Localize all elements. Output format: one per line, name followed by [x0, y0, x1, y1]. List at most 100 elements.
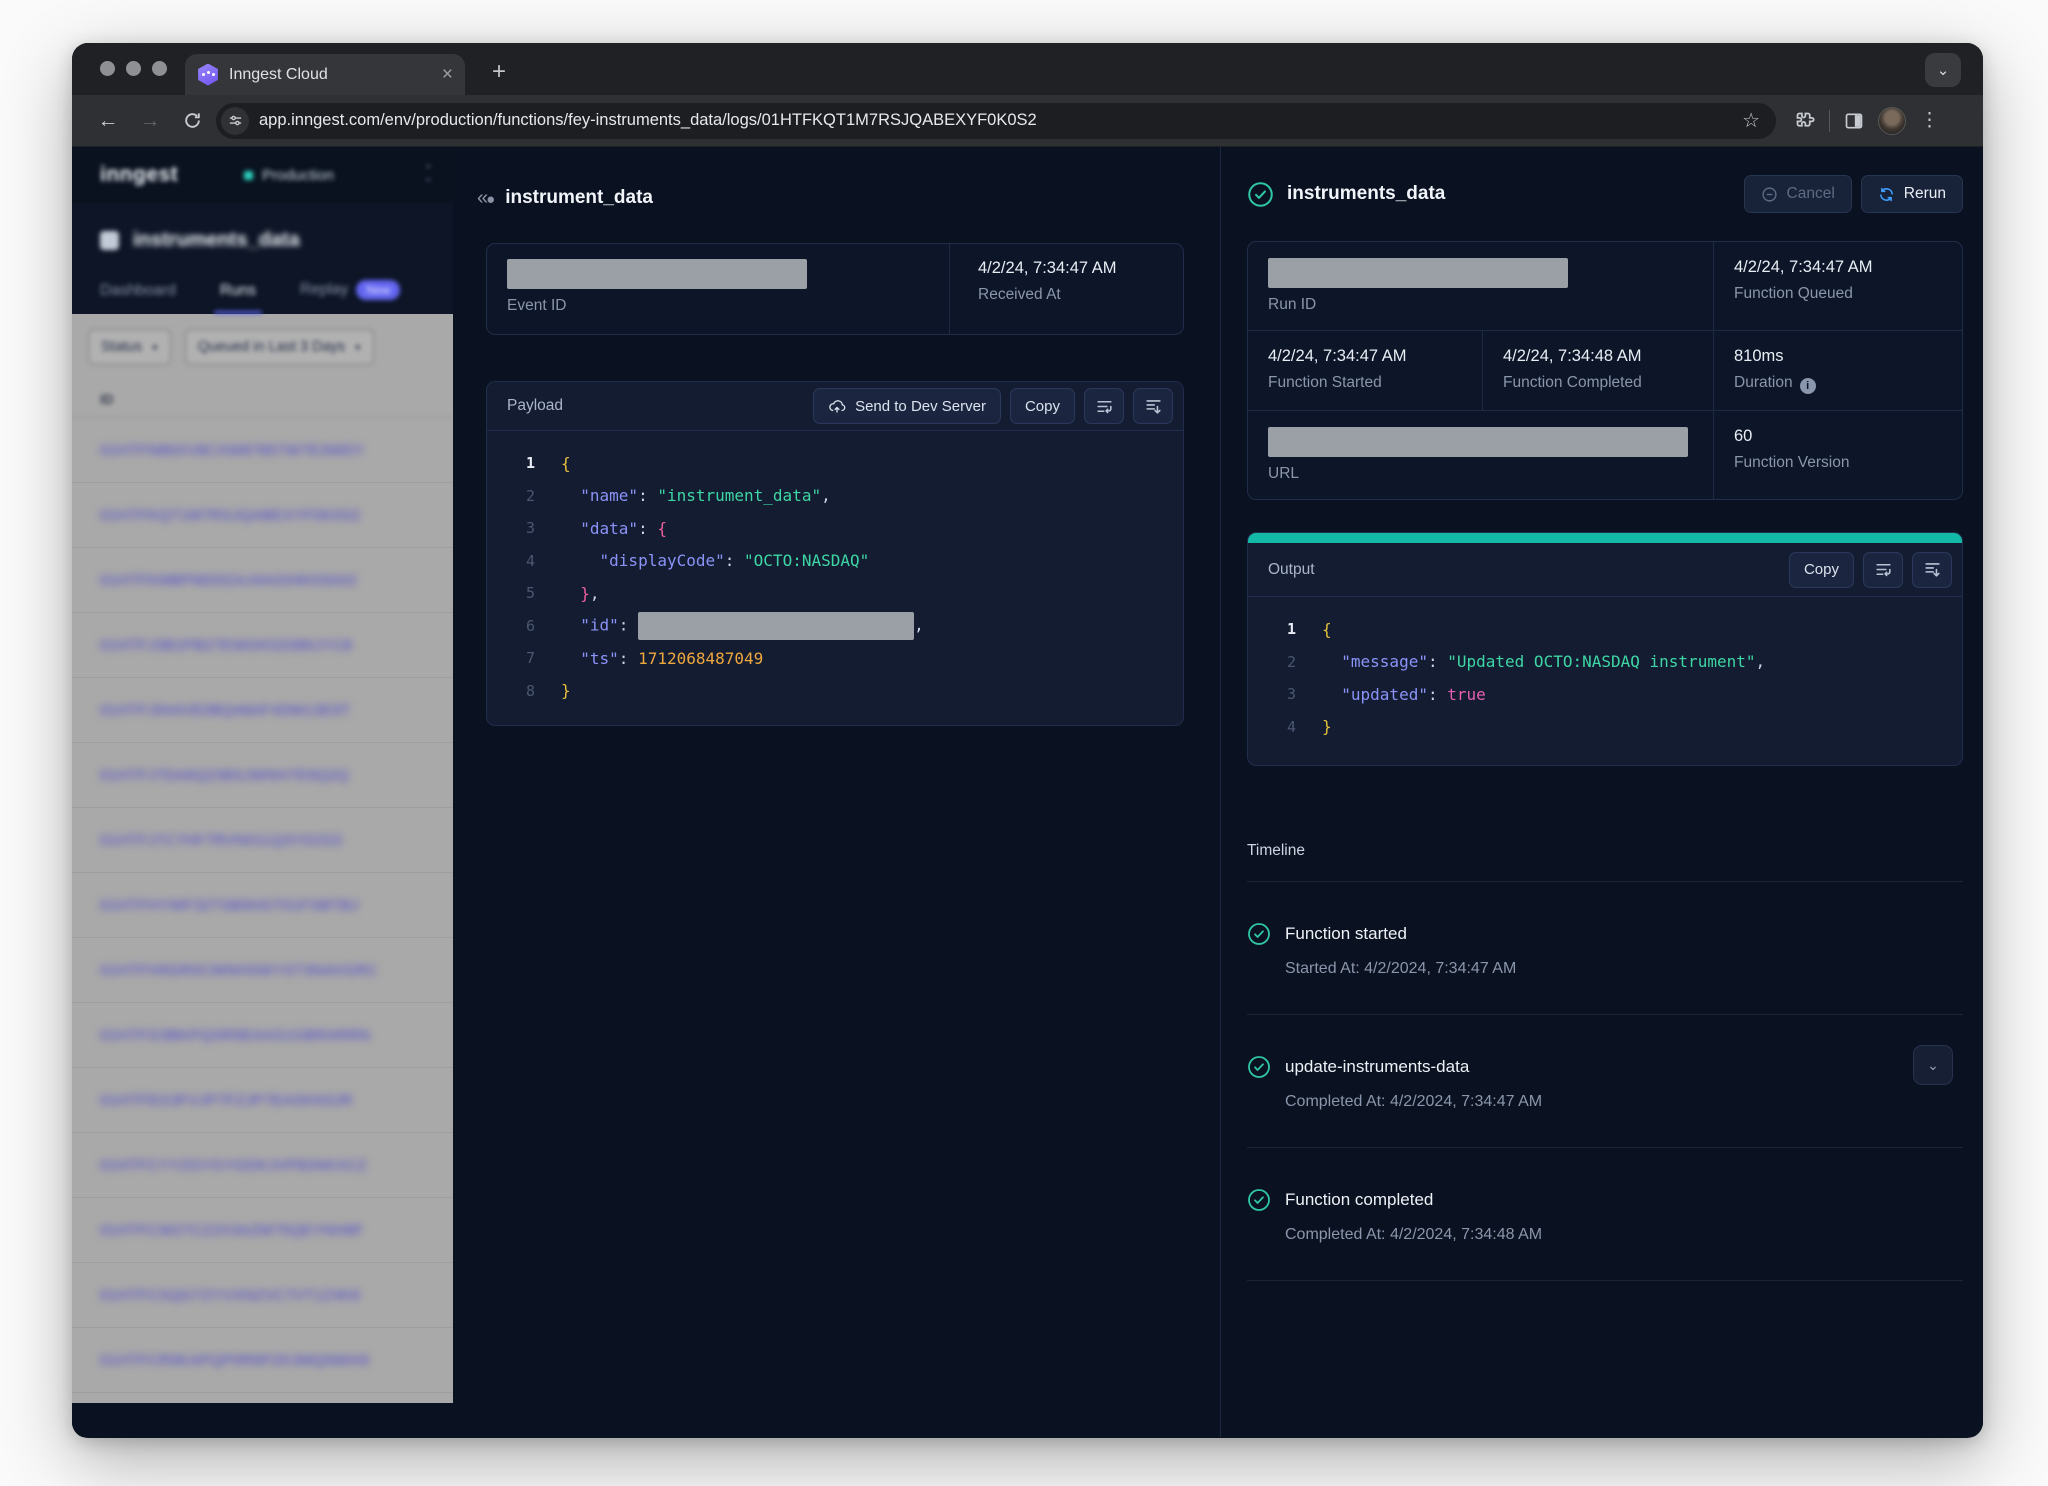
run-id-row[interactable]: 01HTFJ7DA6Q238SJWNH7E9Q2Q	[72, 743, 453, 808]
chrome-menu-icon[interactable]: ⋮	[1920, 109, 1939, 132]
zoom-window-button[interactable]	[152, 61, 167, 76]
tab-replay[interactable]: Replay New	[300, 280, 400, 314]
run-id-link[interactable]: 01HTFCW27CZ2X3AZM75QEYNH8F	[100, 1222, 364, 1239]
run-id-row[interactable]: 01HTFHYWF32TSB9HGT01FSBTBJ	[72, 873, 453, 938]
environment-selector[interactable]: Production	[244, 167, 334, 184]
scroll-to-bottom-button[interactable]	[1133, 388, 1173, 424]
bookmark-star-icon[interactable]: ☆	[1738, 108, 1764, 133]
run-title: instruments_data	[1287, 183, 1445, 205]
run-id-link[interactable]: 01HTFJ944VE0BQ48AF4DM13E9T	[100, 702, 351, 719]
tab-runs[interactable]: Runs	[220, 282, 256, 314]
payload-code[interactable]: 1{2 "name": "instrument_data",3 "data": …	[487, 431, 1183, 725]
word-wrap-icon	[1095, 397, 1114, 416]
success-check-icon	[1247, 181, 1274, 208]
run-id-row[interactable]: 01HTFN86XV8CXW87857W7E3WDY	[72, 418, 453, 483]
timeline-item: Function completedCompleted At: 4/2/2024…	[1247, 1148, 1963, 1281]
received-at-label: Received At	[978, 286, 1183, 304]
run-id-link[interactable]: 01HTFJ7DA6Q238SJWNH7E9Q2Q	[100, 767, 349, 784]
traffic-lights[interactable]	[100, 61, 167, 76]
info-icon[interactable]: i	[1800, 378, 1816, 394]
send-to-dev-server-button[interactable]: Send to Dev Server	[813, 388, 1001, 424]
run-id-link[interactable]: 01HTFJ3B1PB27EWGK5Z086JYC8	[100, 637, 352, 654]
function-name: instruments_data	[133, 229, 300, 252]
run-id-link[interactable]: 01HTFCYYZGYGYGDKJVP82NKXCZ	[100, 1157, 367, 1174]
run-id-row[interactable]: 01HTFCYYZGYGYGDKJVP82NKXCZ	[72, 1133, 453, 1198]
run-id-row[interactable]: 01HTFKMBPMD0ZAJ4AG04K03A02	[72, 548, 453, 613]
event-id-redacted	[507, 259, 807, 289]
new-tab-button[interactable]: +	[484, 57, 514, 87]
inngest-logo[interactable]: inngest	[100, 163, 178, 187]
run-id-link[interactable]: 01HTFCSQG7ZYVXNZVC7VT1Z4K6	[100, 1287, 360, 1304]
run-id-row[interactable]: 01HTFH9GR0CWNHSWYST3NAVGRC	[72, 938, 453, 1003]
tab-dashboard[interactable]: Dashboard	[100, 282, 176, 314]
url-label: URL	[1268, 465, 1693, 483]
rerun-icon	[1878, 186, 1895, 203]
run-id-row[interactable]: 01HTFKQT1M7RSJQABEXYF0K0S2	[72, 483, 453, 548]
code-line: 3 "data": {	[487, 512, 1183, 545]
function-queued-value: 4/2/24, 7:34:47 AM	[1734, 258, 1942, 277]
run-id-row[interactable]: 01HTFG3BKPQSR9EAAS1GBRARRN	[72, 1003, 453, 1068]
run-id-link[interactable]: 01HTFN86XV8CXW87857W7E3WDY	[100, 442, 365, 459]
environment-caret-icon[interactable]: ⌃⌄	[424, 167, 433, 182]
run-id-row[interactable]: 01HTFCR9KAPQP0R6PZK3MQNMX8	[72, 1328, 453, 1393]
minimize-window-button[interactable]	[126, 61, 141, 76]
received-at-value: 4/2/24, 7:34:47 AM	[978, 259, 1183, 278]
function-version-label: Function Version	[1734, 454, 1942, 472]
run-id-row[interactable]: 01HTFJ7C7HF7RVN011Q3YD2S3	[72, 808, 453, 873]
event-icon: «●	[477, 187, 493, 210]
tab-search-button[interactable]: ⌄	[1925, 53, 1961, 87]
run-id-link[interactable]: 01HTFHYWF32TSB9HGT01FSBTBJ	[100, 897, 359, 914]
close-window-button[interactable]	[100, 61, 115, 76]
browser-tab[interactable]: Inngest Cloud ×	[185, 54, 465, 95]
run-id-link[interactable]: 01HTFH9GR0CWNHSWYST3NAVGRC	[100, 962, 378, 979]
time-range-filter[interactable]: Queued in Last 3 Days▾	[185, 329, 374, 365]
run-id-row[interactable]: 01HTFCSQG7ZYVXNZVC7VT1Z4K6	[72, 1263, 453, 1328]
output-word-wrap-button[interactable]	[1863, 552, 1903, 588]
code-line: 4 "displayCode": "OCTO:NASDAQ"	[487, 545, 1183, 578]
step-success-icon	[1247, 1188, 1271, 1212]
run-id-link[interactable]: 01HTFKMBPMD0ZAJ4AG04K03A02	[100, 572, 357, 589]
cancel-button[interactable]: Cancel	[1744, 175, 1852, 213]
run-id-link[interactable]: 01HTFCR9KAPQP0R6PZK3MQNMX8	[100, 1352, 369, 1369]
run-id-link[interactable]: 01HTFKQT1M7RSJQABEXYF0K0S2	[100, 507, 361, 524]
event-id-cell: Event ID	[487, 244, 950, 334]
expand-step-button[interactable]: ⌄	[1913, 1045, 1953, 1085]
reload-button[interactable]	[174, 103, 210, 139]
line-number: 8	[487, 682, 535, 700]
output-title: Output	[1268, 561, 1780, 579]
browser-window: Inngest Cloud × + ⌄ ← → app.inngest.com/…	[72, 43, 1983, 1438]
id-column-header: ID	[72, 378, 453, 418]
step-success-icon	[1247, 922, 1271, 946]
url-text[interactable]: app.inngest.com/env/production/functions…	[259, 111, 1728, 130]
run-id-row[interactable]: 01HTFJ944VE0BQ48AF4DM13E9T	[72, 678, 453, 743]
run-id-link[interactable]: 01HTFG3BKPQSR9EAAS1GBRARRN	[100, 1027, 370, 1044]
tab-close-icon[interactable]: ×	[442, 65, 453, 84]
run-id-redacted	[1268, 258, 1568, 288]
word-wrap-button[interactable]	[1084, 388, 1124, 424]
run-header: instruments_data Cancel Rerun	[1247, 173, 1963, 215]
run-id-row[interactable]: 01HTFJ3B1PB27EWGK5Z086JYC8	[72, 613, 453, 678]
run-id-row[interactable]: 01HTFCW27CZ2X3AZM75QEYNH8F	[72, 1198, 453, 1263]
event-panel: «● instrument_data Event ID 4/2/24, 7:34…	[453, 147, 1221, 1437]
function-started-cell: 4/2/24, 7:34:47 AM Function Started	[1248, 330, 1482, 410]
run-id-link[interactable]: 01HTFEG3FVJP7FZJP7EASKN3JR	[100, 1092, 353, 1109]
line-number: 1	[487, 454, 535, 472]
forward-button[interactable]: →	[132, 103, 168, 139]
output-copy-button[interactable]: Copy	[1789, 552, 1854, 588]
run-id-link[interactable]: 01HTFJ7C7HF7RVN011Q3YD2S3	[100, 832, 342, 849]
back-button[interactable]: ←	[90, 103, 126, 139]
status-filter[interactable]: Status▾	[88, 329, 171, 365]
event-details-card: Event ID 4/2/24, 7:34:47 AM Received At	[486, 243, 1184, 335]
site-settings-icon[interactable]	[221, 107, 249, 135]
extensions-icon[interactable]	[1794, 110, 1815, 131]
address-bar[interactable]: app.inngest.com/env/production/functions…	[216, 103, 1776, 139]
rerun-button[interactable]: Rerun	[1861, 175, 1963, 213]
payload-copy-button[interactable]: Copy	[1010, 388, 1075, 424]
output-code[interactable]: 1{2 "message": "Updated OCTO:NASDAQ inst…	[1248, 597, 1962, 765]
output-scroll-bottom-button[interactable]	[1912, 552, 1952, 588]
chevron-down-icon: ▾	[152, 341, 158, 354]
function-tabs: Dashboard Runs Replay New	[72, 270, 453, 314]
profile-avatar[interactable]	[1878, 107, 1906, 135]
side-panel-icon[interactable]	[1844, 111, 1864, 131]
run-id-row[interactable]: 01HTFEG3FVJP7FZJP7EASKN3JR	[72, 1068, 453, 1133]
